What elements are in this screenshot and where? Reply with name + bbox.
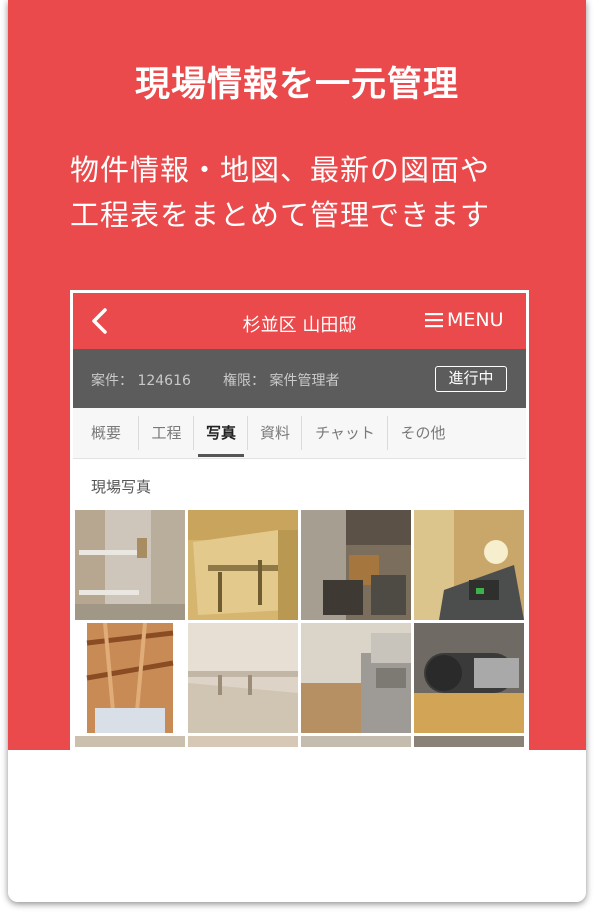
site-photo[interactable] bbox=[188, 623, 298, 733]
menu-button[interactable]: MENU bbox=[425, 309, 504, 331]
site-photo[interactable] bbox=[188, 510, 298, 620]
site-photo[interactable] bbox=[301, 623, 411, 733]
site-photo[interactable] bbox=[188, 736, 298, 747]
app-header: 杉並区 山田邸 MENU bbox=[73, 293, 526, 349]
tab-schedule[interactable]: 工程 bbox=[139, 408, 194, 458]
case-info-bar: 案件： 124616 権限： 案件管理者 進行中 bbox=[73, 349, 526, 408]
site-photo[interactable] bbox=[301, 736, 411, 747]
permission-label: 権限： 案件管理者 bbox=[223, 373, 340, 389]
hero-panel: 現場情報を一元管理 物件情報・地図、最新の図面や 工程表をまとめて管理できます … bbox=[8, 0, 586, 750]
hamburger-icon bbox=[425, 313, 443, 328]
status-badge: 進行中 bbox=[435, 366, 507, 392]
site-photo[interactable] bbox=[75, 623, 185, 733]
section-title: 現場写真 bbox=[91, 478, 152, 496]
site-photo[interactable] bbox=[301, 510, 411, 620]
site-photo[interactable] bbox=[414, 736, 524, 747]
app-screenshot: 杉並区 山田邸 MENU 案件： 124616 権限： 案件管理者 進行中 概要 bbox=[70, 290, 529, 750]
site-photo[interactable] bbox=[75, 736, 185, 747]
hero-subtitle-line2: 工程表をまとめて管理できます bbox=[70, 198, 491, 232]
photo-grid bbox=[75, 510, 525, 747]
hero-subtitle-line1: 物件情報・地図、最新の図面や bbox=[70, 153, 491, 187]
site-photo[interactable] bbox=[414, 510, 524, 620]
tab-bar: 概要 工程 写真 資料 チャット その他 bbox=[73, 408, 526, 459]
hero-title: 現場情報を一元管理 bbox=[134, 65, 459, 105]
site-photo[interactable] bbox=[414, 623, 524, 733]
tab-overview[interactable]: 概要 bbox=[73, 408, 139, 458]
feature-card: 現場情報を一元管理 物件情報・地図、最新の図面や 工程表をまとめて管理できます … bbox=[8, 0, 586, 902]
card-footer bbox=[8, 750, 586, 902]
menu-label: MENU bbox=[447, 309, 504, 331]
site-photo[interactable] bbox=[75, 510, 185, 620]
tab-documents[interactable]: 資料 bbox=[248, 408, 302, 458]
case-number: 案件： 124616 bbox=[91, 373, 191, 389]
tab-photos[interactable]: 写真 bbox=[194, 408, 248, 458]
tab-other[interactable]: その他 bbox=[388, 408, 458, 458]
tab-chat[interactable]: チャット bbox=[302, 408, 388, 458]
